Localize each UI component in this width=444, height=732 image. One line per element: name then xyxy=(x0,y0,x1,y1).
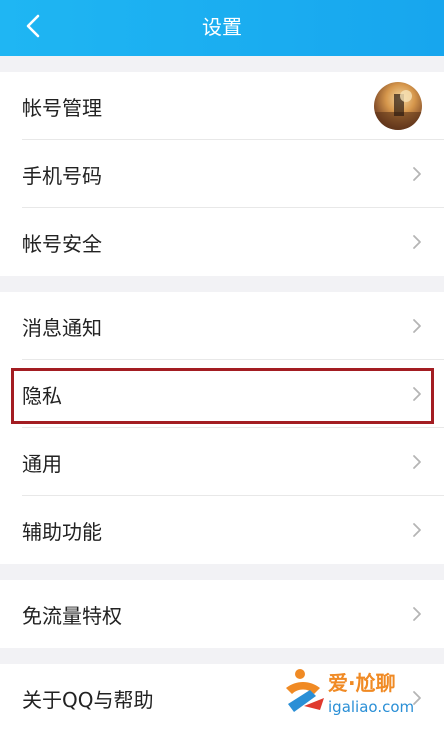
chevron-right-icon xyxy=(413,455,421,469)
notifications-item[interactable]: 消息通知 xyxy=(0,292,444,360)
watermark-url: igaliao.com xyxy=(328,698,414,716)
page-title: 设置 xyxy=(202,15,242,39)
avatar-image xyxy=(374,90,422,130)
watermark: 爱·尬聊 igaliao.com xyxy=(280,660,440,720)
data-free-privilege-label: 免流量特权 xyxy=(22,603,122,628)
watermark-logo-icon: 爱·尬聊 igaliao.com xyxy=(286,669,414,716)
chevron-right-icon xyxy=(413,235,421,249)
data-free-group: 免流量特权 xyxy=(0,580,444,648)
accessibility-item[interactable]: 辅助功能 xyxy=(0,496,444,564)
account-security-label: 帐号安全 xyxy=(22,231,102,256)
title-bar: 设置 xyxy=(0,0,444,56)
general-group: 消息通知 隐私 通用 辅助功能 xyxy=(0,292,444,564)
phone-number-item[interactable]: 手机号码 xyxy=(0,140,444,208)
notifications-label: 消息通知 xyxy=(22,315,102,340)
general-label: 通用 xyxy=(22,451,62,476)
about-qq-help-label: 关于QQ与帮助 xyxy=(22,687,154,712)
watermark-name: 爱·尬聊 xyxy=(328,671,396,695)
privacy-highlight-box xyxy=(11,368,434,424)
account-group: 帐号管理 手机号码 帐号安全 xyxy=(0,72,444,276)
chevron-right-icon xyxy=(413,167,421,181)
account-security-item[interactable]: 帐号安全 xyxy=(0,208,444,276)
phone-number-label: 手机号码 xyxy=(22,163,102,188)
accessibility-label: 辅助功能 xyxy=(22,519,102,544)
chevron-right-icon xyxy=(413,523,421,537)
chevron-right-icon xyxy=(413,607,421,621)
chevron-right-icon xyxy=(413,319,421,333)
account-management-item[interactable]: 帐号管理 xyxy=(0,72,444,140)
general-item[interactable]: 通用 xyxy=(0,428,444,496)
data-free-privilege-item[interactable]: 免流量特权 xyxy=(0,580,444,648)
account-management-label: 帐号管理 xyxy=(22,95,102,120)
avatar xyxy=(374,82,422,130)
